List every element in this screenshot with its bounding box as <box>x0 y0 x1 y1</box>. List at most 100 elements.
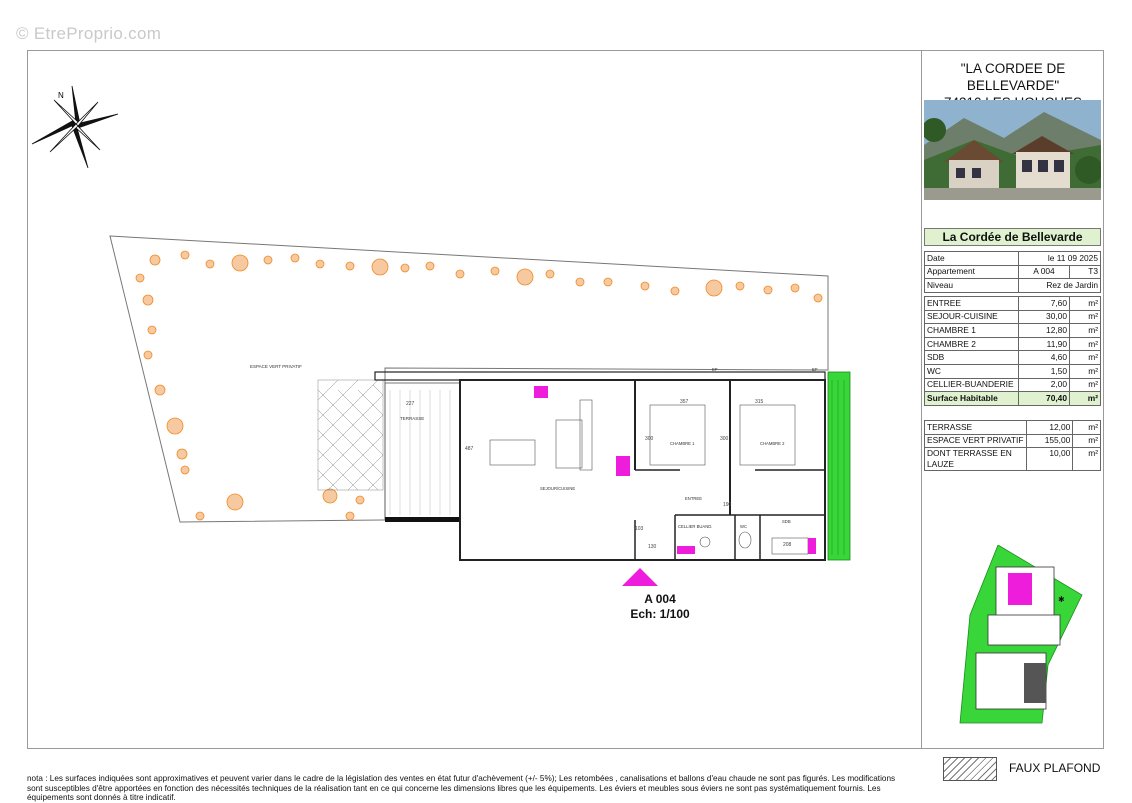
surface-value: 11,90 <box>1018 336 1070 352</box>
dimension-label: 103 <box>635 526 644 532</box>
dimension-label: 227 <box>406 401 415 407</box>
dimension-label: 315 <box>755 399 764 405</box>
apartment-info-table: Date le 11 09 2025 Appartement A 004 T3 … <box>924 251 1101 293</box>
exterior-surfaces-table: TERRASSE 12,00 m² ESPACE VERT PRIVATIF 155,… <box>924 420 1101 472</box>
compass-icon: ✱ <box>1058 595 1065 604</box>
faux-plafond-hatch-icon <box>943 757 997 781</box>
ep-label-2: EP <box>812 367 818 372</box>
exterior-label: DONT TERRASSE EN LAUZE <box>924 447 1027 472</box>
info-row: Niveau Rez de Jardin <box>924 278 1101 293</box>
surface-label: SEJOUR-CUISINE <box>924 309 1019 325</box>
habitable-value: 70,40 <box>1018 391 1070 406</box>
info-value: Rez de Jardin <box>1018 278 1101 293</box>
surface-row: WC 1,50 m² <box>924 363 1101 379</box>
plan-caption: A 004 Ech: 1/100 <box>610 592 710 622</box>
info-value: le 11 09 2025 <box>1018 251 1101 266</box>
apartment-number: A 004 <box>644 592 676 606</box>
exterior-row: TERRASSE 12,00 m² <box>924 420 1101 435</box>
room-label-wc: WC <box>740 524 747 529</box>
surface-row: SEJOUR-CUISINE 30,00 m² <box>924 309 1101 325</box>
exterior-unit: m² <box>1072 420 1101 435</box>
exterior-value: 155,00 <box>1025 433 1074 449</box>
surface-row: CHAMBRE 2 11,90 m² <box>924 336 1101 352</box>
exterior-unit: m² <box>1072 433 1101 449</box>
surface-value: 4,60 <box>1018 350 1070 365</box>
surface-label: CELLIER-BUANDERIE <box>924 377 1019 393</box>
surface-label: ENTREE <box>924 296 1019 311</box>
exterior-label: TERRASSE <box>924 420 1027 435</box>
habitable-unit: m² <box>1069 391 1101 406</box>
lauze-terrace <box>317 379 384 491</box>
entry-marker <box>622 568 658 586</box>
surface-label: WC <box>924 363 1019 379</box>
surface-row: CELLIER-BUANDERIE 2,00 m² <box>924 377 1101 393</box>
ep-label: EP <box>712 367 718 372</box>
exterior-label: ESPACE VERT PRIVATIF <box>924 433 1027 449</box>
surface-unit: m² <box>1069 336 1101 352</box>
scale-label: Ech: 1/100 <box>630 607 690 621</box>
exterior-row: ESPACE VERT PRIVATIF 155,00 m² <box>924 433 1101 449</box>
garden-label: ESPACE VERT PRIVATIF <box>250 364 302 369</box>
info-row: Appartement A 004 T3 <box>924 264 1101 280</box>
surfaces-table: ENTREE 7,60 m² SEJOUR-CUISINE 30,00 m² CHAMB… <box>924 296 1101 406</box>
exterior-value: 12,00 <box>1025 420 1074 435</box>
surface-unit: m² <box>1069 377 1101 393</box>
surface-value: 2,00 <box>1018 377 1070 393</box>
room-label-sdb: SDB <box>782 519 791 524</box>
info-label: Appartement <box>924 264 1019 280</box>
room-label-chambre1: CHAMBRE 1 <box>670 441 695 446</box>
surface-value: 30,00 <box>1018 309 1070 325</box>
terrace-label: TERRASSE <box>400 416 424 421</box>
surface-label: CHAMBRE 1 <box>924 323 1019 338</box>
surface-unit: m² <box>1069 323 1101 338</box>
surface-value: 1,50 <box>1018 363 1070 379</box>
surface-unit: m² <box>1069 350 1101 365</box>
floor-plan: ESPACE VERT PRIVATIF TERRASSE SEJOUR/CUI… <box>109 235 851 586</box>
surface-unit: m² <box>1069 309 1101 325</box>
surface-unit: m² <box>1069 296 1101 311</box>
room-label-cellier: CELLIER BUAND. <box>678 524 712 529</box>
surface-row: SDB 4,60 m² <box>924 350 1101 365</box>
surface-row: ENTREE 7,60 m² <box>924 296 1101 311</box>
dimension-label: 300 <box>720 436 729 442</box>
title-block-divider <box>921 50 922 749</box>
info-label: Niveau <box>924 278 1019 293</box>
surface-label: CHAMBRE 2 <box>924 336 1019 352</box>
exterior-row: DONT TERRASSE EN LAUZE 10,00 m² <box>924 447 1101 472</box>
disclaimer-note: nota : Les surfaces indiquées sont appro… <box>27 774 896 803</box>
habitable-label: Surface Habitable <box>924 391 1019 406</box>
info-row: Date le 11 09 2025 <box>924 251 1101 266</box>
compass-north-label: N <box>58 91 64 100</box>
surface-label: SDB <box>924 350 1019 365</box>
dimension-label: 130 <box>648 544 657 550</box>
dimension-label: 190 <box>723 502 732 508</box>
compass-rose: N <box>31 85 119 169</box>
dimension-label: 487 <box>465 446 474 452</box>
residence-name-header: La Cordée de Bellevarde <box>924 228 1101 246</box>
surface-value: 12,80 <box>1018 323 1070 338</box>
room-label-sejour: SEJOUR/CUISINE <box>540 486 575 491</box>
project-name: "LA CORDEE DE BELLEVARDE" <box>960 61 1066 93</box>
exterior-value: 10,00 <box>1025 447 1074 472</box>
terrace-area <box>384 382 461 519</box>
watermark: © EtreProprio.com <box>16 24 162 43</box>
surface-row: CHAMBRE 1 12,80 m² <box>924 323 1101 338</box>
compass-icon <box>31 85 119 169</box>
info-value: A 004 <box>1018 264 1070 280</box>
room-label-entree: ENTREE <box>685 496 702 501</box>
dimension-label: 357 <box>680 399 689 405</box>
surface-value: 7,60 <box>1018 296 1070 311</box>
legend-label: FAUX PLAFOND <box>1009 761 1101 775</box>
room-label-chambre2: CHAMBRE 2 <box>760 441 785 446</box>
site-plan-thumbnail: ✱ <box>959 545 1083 724</box>
green-hedge <box>827 371 851 561</box>
info-label: Date <box>924 251 1019 266</box>
building-render-image <box>924 100 1101 200</box>
exterior-unit: m² <box>1072 447 1101 472</box>
info-extra: T3 <box>1069 264 1101 280</box>
garden-trees <box>135 250 823 521</box>
habitable-surface-row: Surface Habitable 70,40 m² <box>924 391 1101 406</box>
surface-unit: m² <box>1069 363 1101 379</box>
dimension-label: 208 <box>783 542 792 548</box>
dimension-label: 300 <box>645 436 654 442</box>
